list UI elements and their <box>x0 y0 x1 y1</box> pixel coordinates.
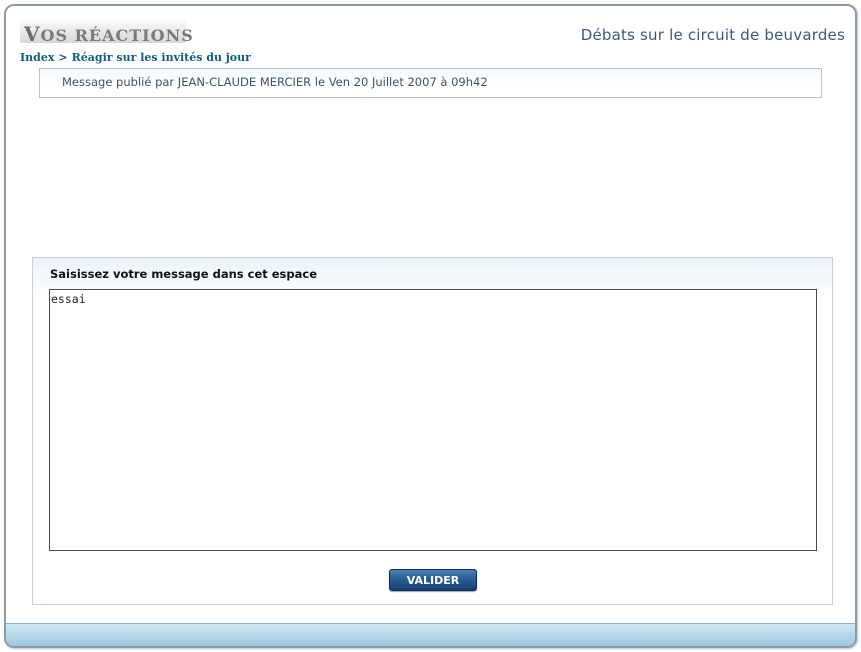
footer-bar <box>6 623 855 646</box>
message-info-text: Message publié par JEAN-CLAUDE MERCIER l… <box>62 75 488 89</box>
reply-form-panel: Saisissez votre message dans cet espace … <box>32 257 833 605</box>
header: VOS RÉACTIONS Index > Réagir sur les invit… <box>6 6 855 64</box>
message-textarea[interactable]: essai <box>49 289 817 551</box>
breadcrumb-index-link[interactable]: Index <box>20 51 54 64</box>
breadcrumb-current-link[interactable]: Réagir sur les invités du jour <box>72 51 251 64</box>
message-field-label: Saisissez votre message dans cet espace <box>50 267 317 281</box>
page-frame: VOS RÉACTIONS Index > Réagir sur les invit… <box>4 4 857 648</box>
submit-button[interactable]: VALIDER <box>389 569 477 591</box>
message-info-box: Message publié par JEAN-CLAUDE MERCIER l… <box>39 68 822 98</box>
section-title-initial: V <box>24 22 41 46</box>
breadcrumb-separator: > <box>58 51 68 64</box>
section-title: VOS RÉACTIONS <box>24 22 194 46</box>
page-title: Débats sur le circuit de beuvardes <box>580 26 845 44</box>
section-title-rest: OS RÉACTIONS <box>40 26 194 45</box>
breadcrumb: Index > Réagir sur les invités du jour <box>20 51 251 64</box>
